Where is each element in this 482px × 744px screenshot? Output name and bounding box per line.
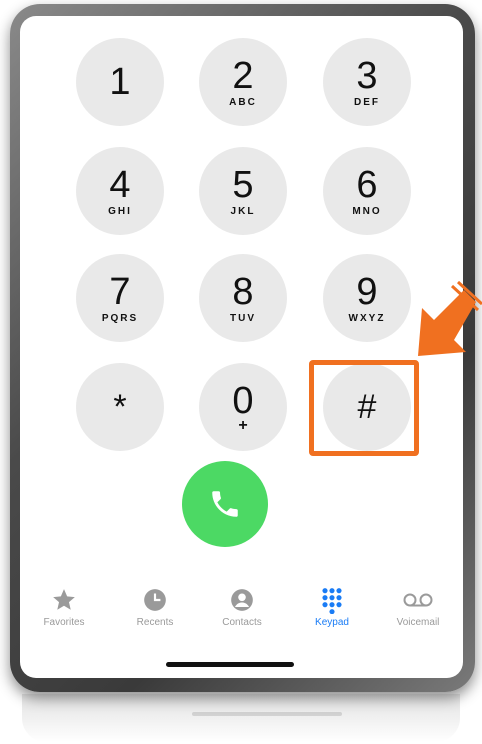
person-icon (231, 589, 253, 611)
key-letters: PQRS (101, 312, 139, 324)
tab-bar: Favorites Recents Contacts Keypad Voicem… (20, 585, 463, 645)
tab-contacts[interactable]: Contacts (198, 585, 286, 643)
key-0[interactable]: 0 + (199, 363, 287, 451)
call-button[interactable] (182, 461, 268, 547)
pointer-arrow-icon (418, 280, 482, 356)
key-digit: 7 (109, 270, 131, 313)
key-letters: JKL (230, 205, 256, 217)
star-icon (53, 589, 75, 610)
key-letters: TUV (230, 312, 256, 324)
keypad-icon (322, 588, 342, 614)
key-digit: 6 (356, 163, 378, 206)
key-5[interactable]: 5 JKL (199, 147, 287, 235)
key-letters: DEF (354, 96, 380, 108)
phone-reflection (22, 694, 460, 742)
key-digit: 5 (232, 163, 254, 206)
tab-favorites[interactable]: Favorites (20, 585, 108, 643)
key-digit: 4 (109, 163, 131, 206)
key-symbol: * (113, 388, 127, 426)
key-6[interactable]: 6 MNO (323, 147, 411, 235)
tab-keypad[interactable]: Keypad (288, 585, 376, 643)
key-letters: GHI (108, 205, 132, 217)
clock-icon (144, 589, 166, 611)
key-digit: 8 (232, 270, 254, 313)
tab-label: Keypad (315, 617, 349, 628)
key-plus: + (238, 417, 248, 434)
reflection-bar (192, 712, 342, 716)
phone-icon (212, 491, 238, 517)
key-digit: 9 (356, 270, 378, 313)
key-digit: 3 (356, 54, 378, 97)
key-7[interactable]: 7 PQRS (76, 254, 164, 342)
key-1[interactable]: 1 (76, 38, 164, 126)
tab-recents[interactable]: Recents (111, 585, 199, 643)
home-indicator[interactable] (166, 662, 294, 667)
key-star[interactable]: * (76, 363, 164, 451)
key-letters: MNO (352, 205, 382, 217)
highlight-box (309, 360, 419, 456)
tab-label: Recents (136, 617, 174, 628)
key-letters: WXYZ (348, 312, 386, 324)
key-digit: 2 (232, 54, 254, 97)
tab-voicemail[interactable]: Voicemail (374, 585, 462, 643)
key-4[interactable]: 4 GHI (76, 147, 164, 235)
key-3[interactable]: 3 DEF (323, 38, 411, 126)
key-8[interactable]: 8 TUV (199, 254, 287, 342)
key-digit: 1 (109, 61, 131, 103)
tab-label: Contacts (222, 617, 262, 628)
key-9[interactable]: 9 WXYZ (323, 254, 411, 342)
key-2[interactable]: 2 ABC (199, 38, 287, 126)
voicemail-icon (403, 593, 433, 607)
tab-label: Voicemail (396, 617, 440, 628)
key-digit: 0 (232, 380, 254, 422)
key-letters: ABC (229, 96, 257, 108)
tab-label: Favorites (43, 617, 85, 628)
